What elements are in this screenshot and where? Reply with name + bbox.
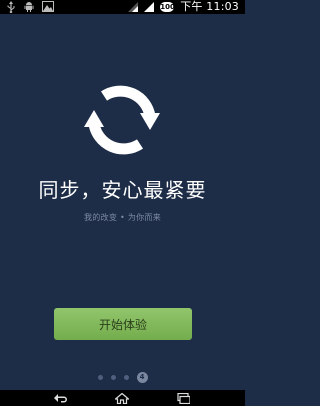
status-bar: 100 下午 11:03 <box>0 0 245 14</box>
page-indicator: 4 <box>0 371 245 383</box>
sync-arrows-icon <box>84 82 160 158</box>
page-dot-active: 4 <box>136 371 148 383</box>
headline: 同步，安心最紧要 <box>38 178 207 202</box>
wifi-signal-icon <box>128 2 139 12</box>
status-right: 100 下午 11:03 <box>128 0 239 14</box>
recent-apps-icon[interactable] <box>174 392 192 404</box>
page-dot <box>110 374 116 380</box>
navigation-bar <box>0 390 245 406</box>
subline: 我的改变 • 为你而来 <box>83 213 162 222</box>
battery-badge: 100 <box>160 2 175 12</box>
status-left <box>6 1 54 13</box>
start-button[interactable]: 开始体验 <box>54 308 192 340</box>
android-icon <box>24 1 34 12</box>
usb-icon <box>6 1 16 13</box>
image-notification-icon <box>42 1 54 12</box>
home-icon[interactable] <box>113 392 131 404</box>
onboarding-page: 同步，安心最紧要 我的改变 • 为你而来 开始体验 4 <box>0 14 245 390</box>
cell-signal-icon <box>144 2 155 12</box>
back-icon[interactable] <box>52 392 70 404</box>
page-dot <box>97 374 103 380</box>
page-dot <box>123 374 129 380</box>
status-time: 下午 11:03 <box>180 0 239 13</box>
